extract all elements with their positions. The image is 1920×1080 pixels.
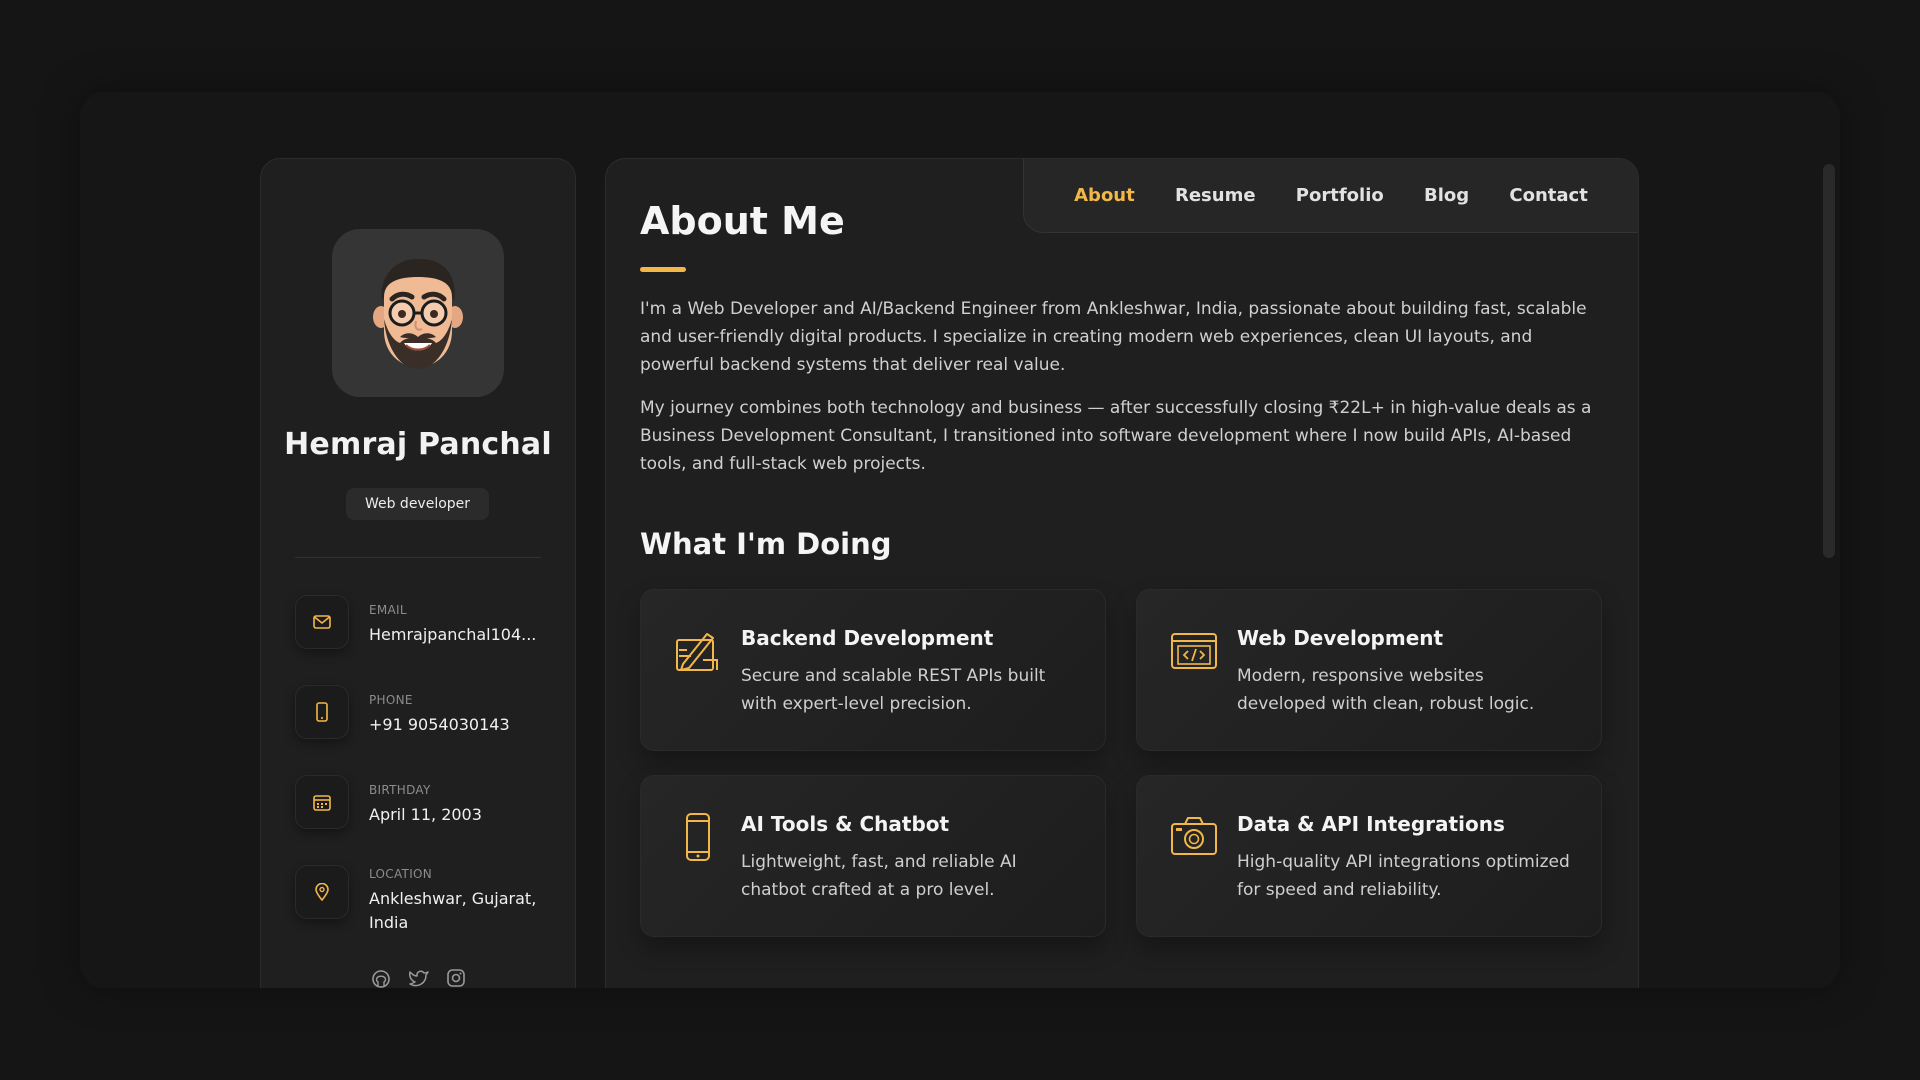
nav-portfolio[interactable]: Portfolio: [1296, 185, 1384, 206]
phone-icon: [295, 685, 349, 739]
nav-resume[interactable]: Resume: [1175, 185, 1256, 206]
contact-birthday-value: April 11, 2003: [369, 805, 482, 824]
contact-location-value: Ankleshwar, Gujarat, India: [369, 889, 537, 932]
title-underline: [640, 267, 686, 272]
about-paragraph-1: I'm a Web Developer and AI/Backend Engin…: [640, 299, 1587, 375]
page-title: About Me: [640, 199, 845, 243]
service-title: Data & API Integrations: [1237, 812, 1505, 836]
mobile-phone-icon: [686, 813, 710, 861]
service-title: AI Tools & Chatbot: [741, 812, 950, 836]
mail-icon: [295, 595, 349, 649]
about-panel: About Resume Portfolio Blog Contact Abou…: [605, 158, 1639, 988]
twitter-icon[interactable]: [408, 969, 429, 988]
sidebar-divider: [295, 557, 541, 558]
service-card: Web Development Modern, responsive websi…: [1136, 589, 1602, 751]
profile-sidebar: Hemraj Panchal Web developer Email Hemra…: [260, 158, 576, 988]
section-title: What I'm Doing: [640, 527, 892, 561]
scrollbar[interactable]: [1823, 164, 1835, 558]
contact-label: Email: [369, 603, 407, 617]
service-card: Backend Development Secure and scalable …: [640, 589, 1106, 751]
service-card: AI Tools & Chatbot Lightweight, fast, an…: [640, 775, 1106, 937]
instagram-icon[interactable]: [447, 969, 465, 988]
contact-email-link[interactable]: Hemrajpanchal104...: [369, 623, 545, 647]
service-description: Lightweight, fast, and reliable AI chatb…: [741, 852, 1017, 900]
nav-blog[interactable]: Blog: [1424, 185, 1469, 206]
calendar-icon: [295, 775, 349, 829]
nav-contact[interactable]: Contact: [1509, 185, 1587, 206]
memoji-avatar-icon: [373, 258, 463, 369]
service-card: Data & API Integrations High-quality API…: [1136, 775, 1602, 937]
code-window-icon: [1171, 633, 1217, 669]
about-paragraph-2: My journey combines both technology and …: [640, 398, 1592, 474]
service-title: Backend Development: [741, 626, 994, 650]
social-links: [261, 969, 575, 988]
service-description: High-quality API integrations optimized …: [1237, 852, 1570, 900]
profile-name: Hemraj Panchal: [284, 427, 552, 462]
contact-label: Phone: [369, 693, 413, 707]
design-pencil-icon: [676, 633, 718, 671]
service-description: Modern, responsive websites developed wi…: [1237, 666, 1535, 714]
github-icon[interactable]: [371, 969, 391, 988]
contact-label: Location: [369, 867, 433, 881]
camera-icon: [1171, 817, 1217, 855]
contact-label: Birthday: [369, 783, 431, 797]
profile-title-badge: Web developer: [346, 488, 489, 520]
service-description: Secure and scalable REST APIs built with…: [741, 666, 1046, 714]
avatar: [332, 229, 504, 397]
top-navigation: About Resume Portfolio Blog Contact: [1023, 159, 1638, 233]
contact-phone-link[interactable]: +91 9054030143: [369, 713, 545, 737]
location-pin-icon: [295, 865, 349, 919]
nav-about[interactable]: About: [1074, 185, 1135, 206]
service-title: Web Development: [1237, 626, 1444, 650]
